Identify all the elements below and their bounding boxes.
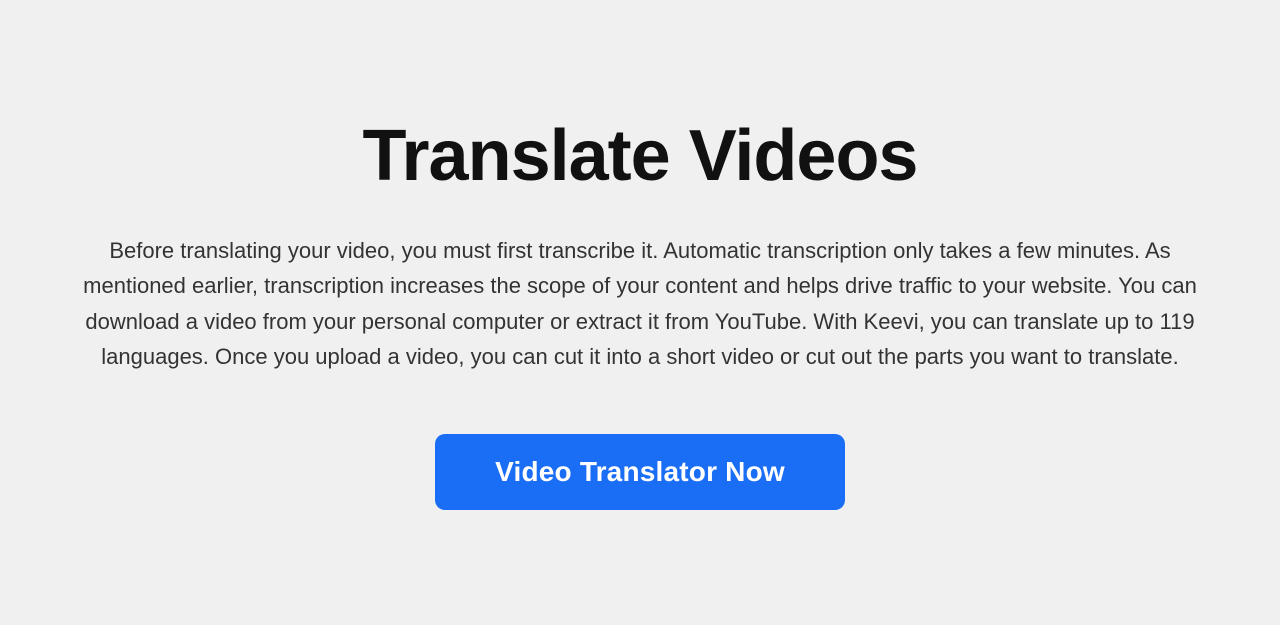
cta-button[interactable]: Video Translator Now [435,434,845,510]
page-container: Translate Videos Before translating your… [0,0,1280,625]
page-title: Translate Videos [363,115,918,197]
page-description: Before translating your video, you must … [80,233,1200,374]
